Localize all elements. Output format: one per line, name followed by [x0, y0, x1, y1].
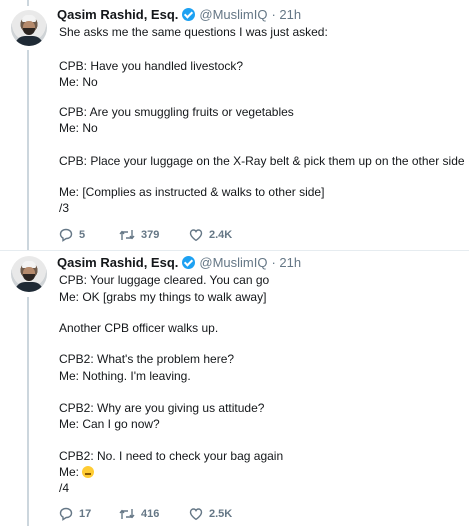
- tweet-text-line: CPB: Place your luggage on the X-Ray bel…: [59, 154, 465, 168]
- retweet-button[interactable]: 416: [119, 507, 189, 521]
- tweet-text-line: CPB: Your luggage cleared. You can go: [59, 273, 270, 287]
- avatar[interactable]: [11, 10, 47, 46]
- tweet-text-line: Me: Nothing. I'm leaving.: [59, 369, 191, 383]
- reply-icon: [59, 507, 73, 521]
- tweet-text-line: CPB2: No. I need to check your bag again: [59, 449, 284, 463]
- timestamp[interactable]: · 21h: [271, 7, 301, 22]
- like-button[interactable]: 2.5K: [189, 507, 232, 521]
- author-name[interactable]: Qasim Rashid, Esq.: [57, 7, 178, 22]
- author-name[interactable]: Qasim Rashid, Esq.: [57, 255, 178, 270]
- tweet-header: Qasim Rashid, Esq. @MuslimIQ · 21h: [57, 5, 301, 23]
- reply-count: 5: [79, 229, 86, 241]
- like-count: 2.4K: [209, 229, 233, 241]
- tweet-text-line: CPB: Are you smuggling fruits or vegetab…: [59, 105, 294, 119]
- reply-button[interactable]: 17: [59, 507, 119, 521]
- expressionless-face-emoji-icon: [82, 466, 95, 478]
- reply-button[interactable]: 5: [59, 228, 119, 242]
- verified-badge-icon: [182, 255, 196, 269]
- tweet-3[interactable]: Qasim Rashid, Esq. @MuslimIQ · 21h She a…: [0, 0, 469, 250]
- author-handle[interactable]: @MuslimIQ: [199, 255, 267, 270]
- tweet-text-line: CPB2: What's the problem here?: [59, 352, 235, 366]
- tweet-actions: 17 416 2.5K: [59, 506, 232, 522]
- author-handle[interactable]: @MuslimIQ: [199, 7, 267, 22]
- timestamp[interactable]: · 21h: [271, 255, 301, 270]
- tweet-text-line: CPB2: Why are you giving us attitude?: [59, 401, 265, 415]
- like-count: 2.5K: [209, 508, 233, 520]
- reply-count: 17: [79, 508, 92, 520]
- retweet-count: 379: [141, 229, 160, 241]
- retweet-count: 416: [141, 508, 160, 520]
- tweet-text-line: Me: OK [grabs my things to walk away]: [59, 290, 267, 304]
- tweet-header: Qasim Rashid, Esq. @MuslimIQ · 21h: [57, 253, 301, 271]
- tweet-text-line: /3: [59, 201, 70, 215]
- retweet-icon: [119, 509, 135, 519]
- tweet-text-line-emoji: Me:: [59, 464, 95, 480]
- tweet-text-line: Me: No: [59, 121, 98, 135]
- tweet-text-line: CPB: Have you handled livestock?: [59, 59, 244, 73]
- tweet-text-line: Another CPB officer walks up.: [59, 321, 219, 335]
- tweet-text-line: She asks me the same questions I was jus…: [59, 25, 328, 39]
- retweet-button[interactable]: 379: [119, 228, 189, 242]
- avatar[interactable]: [11, 256, 47, 292]
- retweet-icon: [119, 230, 135, 240]
- tweet-text-line: Me: Can I go now?: [59, 417, 160, 431]
- verified-badge-icon: [182, 7, 196, 21]
- tweet-text-line: Me: [Complies as instructed & walks to o…: [59, 185, 325, 199]
- reply-icon: [59, 228, 73, 242]
- tweet-actions: 5 379 2.4K: [59, 227, 232, 243]
- tweet-text-line: Me: No: [59, 75, 98, 89]
- heart-icon: [189, 508, 203, 521]
- like-button[interactable]: 2.4K: [189, 228, 232, 242]
- tweet-4[interactable]: Qasim Rashid, Esq. @MuslimIQ · 21h CPB: …: [0, 251, 469, 526]
- heart-icon: [189, 229, 203, 242]
- tweet-text-segment: Me:: [59, 465, 80, 479]
- tweet-text-line: /4: [59, 481, 70, 495]
